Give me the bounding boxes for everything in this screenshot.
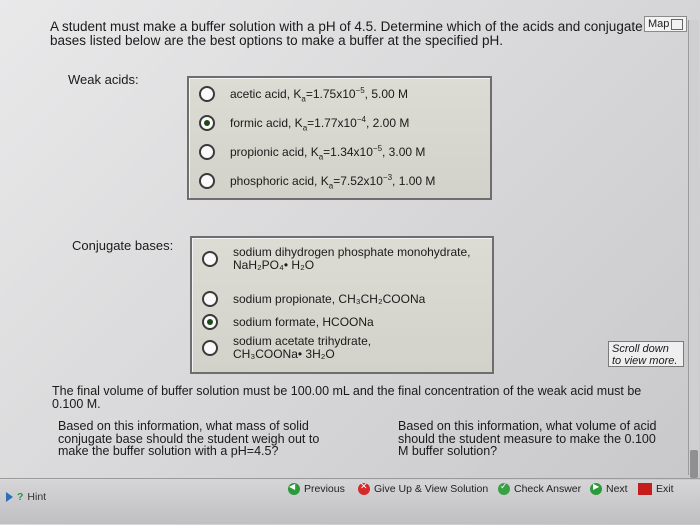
check-icon [498,481,510,495]
map-label: Map [648,18,670,30]
give-up-button[interactable]: Give Up & View Solution [358,481,488,495]
conjugate-bases-box: sodium dihydrogen phosphate monohydrate,… [190,236,494,374]
radio-button-selected[interactable] [202,314,218,330]
give-up-icon [358,481,370,495]
scrollbar[interactable] [688,20,699,478]
radio-button[interactable] [199,173,215,189]
weak-acid-option-propionic[interactable]: propionic acid, Ka=1.34x10−5, 3.00 M [199,144,425,160]
weak-acids-label: Weak acids: [68,72,139,87]
scrollbar-thumb[interactable] [690,450,698,478]
weak-acid-option-acetic[interactable]: acetic acid, Ka=1.75x10−5, 5.00 M [199,86,408,102]
weak-acid-option-formic[interactable]: formic acid, Ka=1.77x10−4, 2.00 M [199,115,409,131]
conjugate-bases-label: Conjugate bases: [72,238,174,253]
base-option-phosphate[interactable]: sodium dihydrogen phosphate monohydrate,… [202,246,471,272]
base-option-acetate[interactable]: sodium acetate trihydrate, CH₃COONa• 3H₂O [202,335,371,361]
radio-button[interactable] [202,340,218,356]
base-option-propionate[interactable]: sodium propionate, CH₃CH₂COONa [202,291,425,307]
expand-arrow-icon [6,492,13,502]
radio-button[interactable] [199,86,215,102]
previous-button[interactable]: Previous [288,482,345,495]
final-volume-text: The final volume of buffer solution must… [52,384,642,411]
scroll-down-note: Scroll down to view more. [608,341,684,367]
exit-icon [638,483,652,495]
radio-button[interactable] [199,144,215,160]
mass-subquestion: Based on this information, what mass of … [58,419,320,458]
map-icon [671,18,684,30]
hint-button[interactable]: ? Hint [6,491,46,503]
bottom-toolbar: Previous Give Up & View Solution Check A… [0,480,700,524]
next-icon [590,482,602,495]
map-link[interactable]: Map [644,16,688,32]
question-text: A student must make a buffer solution wi… [50,19,643,48]
radio-button[interactable] [202,251,218,267]
hint-icon: ? [17,491,24,503]
radio-button-selected[interactable] [199,115,215,131]
previous-icon [288,482,300,495]
next-button[interactable]: Next [590,482,628,495]
weak-acids-box: acetic acid, Ka=1.75x10−5, 5.00 M formic… [187,76,492,200]
base-option-formate[interactable]: sodium formate, HCOONa [202,314,374,330]
check-answer-button[interactable]: Check Answer [498,481,581,495]
radio-button[interactable] [202,291,218,307]
toolbar-divider [0,478,700,479]
exit-button[interactable]: Exit [638,483,674,495]
weak-acid-option-phosphoric[interactable]: phosphoric acid, Ka=7.52x10−3, 1.00 M [199,173,435,189]
volume-subquestion: Based on this information, what volume o… [398,419,657,458]
